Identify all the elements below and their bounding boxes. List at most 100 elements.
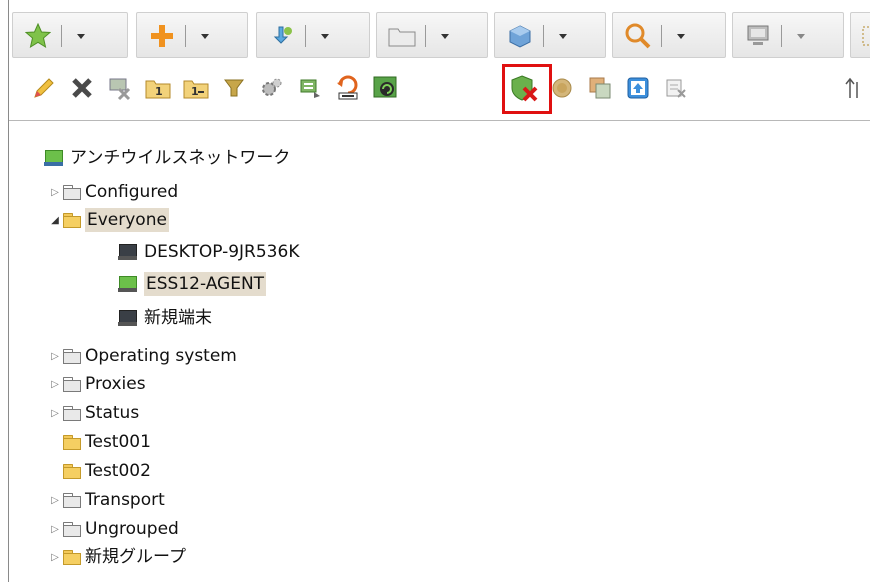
main-window: 1 1 アンチウイルスネットワーク ▷ Configured ◢ Everyon… xyxy=(0,0,870,582)
chevron-down-icon[interactable] xyxy=(319,27,331,45)
object-group[interactable] xyxy=(494,12,606,58)
favorites-group[interactable] xyxy=(12,12,128,58)
computer-online-icon xyxy=(118,275,138,293)
group-1-icon[interactable]: 1 xyxy=(144,74,172,102)
settings-gear-icon[interactable] xyxy=(258,74,286,102)
folder-icon xyxy=(63,464,81,479)
star-icon[interactable] xyxy=(23,22,53,50)
tree-root[interactable]: アンチウイルスネットワーク xyxy=(44,146,290,170)
tree-item-configured[interactable]: ▷ Configured xyxy=(50,180,178,204)
folder-open-icon xyxy=(63,213,81,228)
tree-item-label: Ungrouped xyxy=(85,519,179,539)
plus-icon[interactable] xyxy=(147,22,177,50)
remove-agent-icon[interactable] xyxy=(106,74,134,102)
separator xyxy=(61,25,62,47)
sort-arrow-icon[interactable] xyxy=(840,74,868,102)
tree-item-test001[interactable]: Test001 xyxy=(50,430,151,454)
expand-icon[interactable]: ▷ xyxy=(50,517,60,541)
delete-x-icon[interactable] xyxy=(68,74,96,102)
tree-item-ess12-agent[interactable]: ESS12-AGENT xyxy=(118,272,267,296)
magnifier-icon[interactable] xyxy=(623,22,653,50)
folder-icon xyxy=(63,550,81,565)
cube-icon[interactable] xyxy=(505,22,535,50)
install-arrow-icon[interactable] xyxy=(267,22,297,50)
tree-item-label: Test002 xyxy=(85,461,151,481)
tree-item-ungrouped[interactable]: ▷ Ungrouped xyxy=(50,517,179,541)
expand-icon[interactable]: ▷ xyxy=(50,545,60,569)
add-group[interactable] xyxy=(136,12,248,58)
merge-icon[interactable] xyxy=(586,74,614,102)
tree-item-label: DESKTOP-9JR536K xyxy=(144,242,300,262)
top-toolbar xyxy=(12,12,870,58)
svg-text:1: 1 xyxy=(155,85,163,98)
folder-icon xyxy=(63,377,81,392)
folder-icon xyxy=(63,435,81,450)
tree-item-label: Proxies xyxy=(85,374,146,394)
folder-icon xyxy=(63,493,81,508)
left-border xyxy=(8,0,9,582)
shield-icon[interactable] xyxy=(548,74,576,102)
export-grid-icon[interactable] xyxy=(662,74,690,102)
tree-item-label: 新規端末 xyxy=(144,308,212,328)
tree-item-new-group[interactable]: ▷ 新規グループ xyxy=(50,545,186,569)
expand-icon[interactable]: ▷ xyxy=(50,401,60,425)
tree-item-proxies[interactable]: ▷ Proxies xyxy=(50,372,146,396)
tree-item-everyone[interactable]: ◢ Everyone xyxy=(50,208,169,232)
folder-icon[interactable] xyxy=(387,22,417,50)
tree-item-label: Transport xyxy=(85,490,165,510)
folder-icon xyxy=(63,349,81,364)
update-icon[interactable] xyxy=(372,74,400,102)
search-group[interactable] xyxy=(612,12,726,58)
chevron-down-icon[interactable] xyxy=(439,27,451,45)
tree-root-label: アンチウイルスネットワーク xyxy=(70,148,291,168)
action-toolbar: 1 1 xyxy=(22,70,870,106)
chevron-down-icon[interactable] xyxy=(557,27,569,45)
monitor-icon[interactable] xyxy=(743,22,773,50)
tree-item-test002[interactable]: Test002 xyxy=(50,459,151,483)
layout-icon[interactable] xyxy=(855,22,870,50)
tree-item-desktop[interactable]: DESKTOP-9JR536K xyxy=(118,240,299,264)
restore-icon[interactable] xyxy=(334,74,362,102)
tree-item-transport[interactable]: ▷ Transport xyxy=(50,488,165,512)
tree-item-label: 新規グループ xyxy=(85,547,186,567)
separator xyxy=(543,25,544,47)
tree-item-label: Operating system xyxy=(85,346,237,366)
chevron-down-icon[interactable] xyxy=(675,27,687,45)
tree-item-status[interactable]: ▷ Status xyxy=(50,401,139,425)
separator xyxy=(661,25,662,47)
separator xyxy=(425,25,426,47)
expand-icon[interactable]: ▷ xyxy=(50,344,60,368)
separator xyxy=(305,25,306,47)
expand-icon[interactable]: ▷ xyxy=(50,372,60,396)
install-group[interactable] xyxy=(256,12,370,58)
monitor-group[interactable] xyxy=(732,12,844,58)
tree-item-label: Test001 xyxy=(85,432,151,452)
export-icon[interactable] xyxy=(296,74,324,102)
folder-icon xyxy=(63,185,81,200)
expand-icon[interactable]: ▷ xyxy=(50,180,60,204)
computer-icon xyxy=(118,243,138,261)
expand-icon[interactable]: ▷ xyxy=(50,488,60,512)
folder-group[interactable] xyxy=(376,12,488,58)
chevron-down-icon[interactable] xyxy=(795,27,807,45)
separator xyxy=(185,25,186,47)
chevron-down-icon[interactable] xyxy=(199,27,211,45)
network-icon xyxy=(44,149,64,167)
group-1b-icon[interactable]: 1 xyxy=(182,74,210,102)
chevron-down-icon[interactable] xyxy=(75,27,87,45)
collapse-icon[interactable]: ◢ xyxy=(50,208,60,232)
highlight-box xyxy=(502,64,552,114)
upload-icon[interactable] xyxy=(624,74,652,102)
tree-item-operating-system[interactable]: ▷ Operating system xyxy=(50,344,237,368)
folder-icon xyxy=(63,522,81,537)
edit-pencil-icon[interactable] xyxy=(30,74,58,102)
tree-item-label: Configured xyxy=(85,182,179,202)
layout-group[interactable] xyxy=(850,12,870,58)
tree-item-new-terminal[interactable]: 新規端末 xyxy=(118,306,212,330)
computer-icon xyxy=(118,309,138,327)
tree-item-label: ESS12-AGENT xyxy=(144,272,267,296)
filter-icon[interactable] xyxy=(220,74,248,102)
tree-item-label: Status xyxy=(85,403,140,423)
